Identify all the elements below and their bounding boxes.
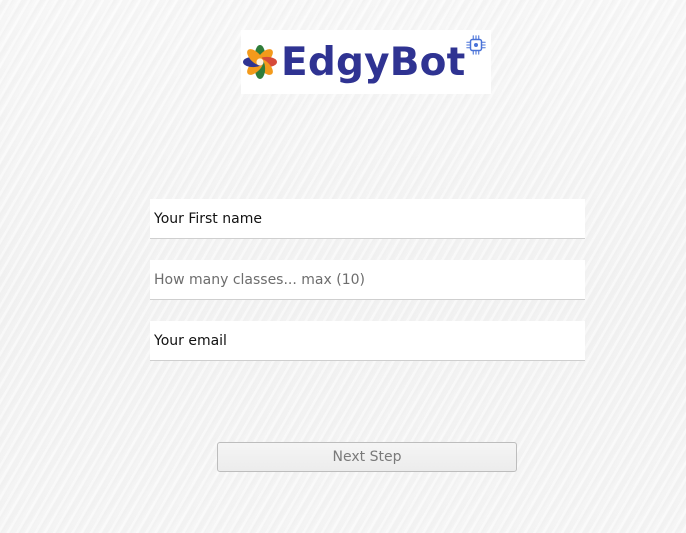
first-name-input[interactable] xyxy=(154,210,585,227)
email-field[interactable] xyxy=(150,321,585,361)
edgybot-logo: EdgyBot xyxy=(241,30,491,94)
email-input[interactable] xyxy=(154,332,585,349)
classes-field[interactable] xyxy=(150,260,585,300)
next-step-button[interactable]: Next Step xyxy=(217,442,517,472)
ai-chip-icon xyxy=(466,35,486,55)
logo-text: EdgyBot xyxy=(281,40,466,85)
flower-logo-icon xyxy=(243,45,277,79)
classes-input[interactable] xyxy=(154,271,585,288)
first-name-field[interactable] xyxy=(150,199,585,239)
